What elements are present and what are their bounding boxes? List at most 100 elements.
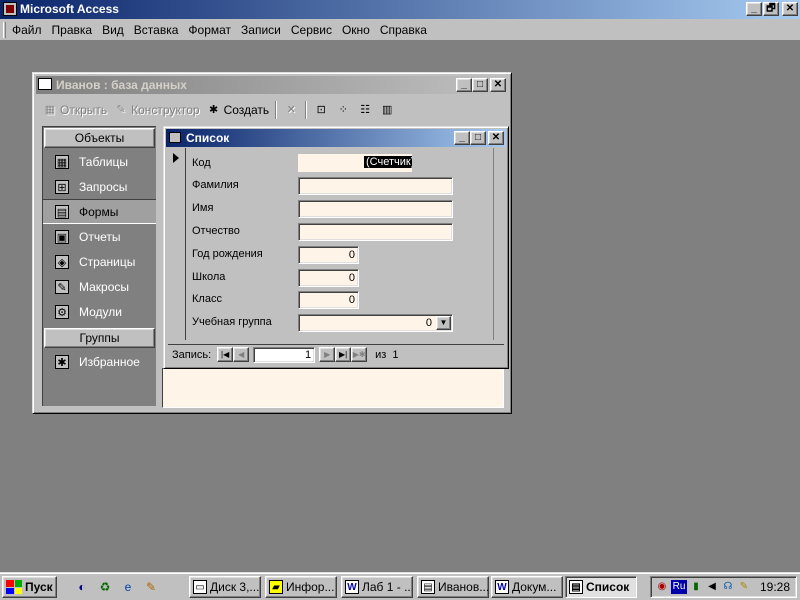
database-object-list[interactable] [162, 368, 504, 408]
menu-help[interactable]: Справка [380, 23, 427, 37]
database-window-icon[interactable] [38, 78, 52, 90]
kod-field[interactable]: (Счетчик) [298, 154, 412, 172]
menu-insert[interactable]: Вставка [134, 23, 179, 37]
klass-field[interactable]: 0 [298, 291, 359, 309]
details-view-button[interactable]: ▥ [376, 100, 398, 120]
form-right-edge [493, 148, 505, 340]
menu-tools[interactable]: Сервис [291, 23, 332, 37]
db-close-button[interactable]: ✕ [490, 78, 506, 92]
form-maximize-button[interactable]: □ [470, 131, 486, 145]
familiya-field[interactable] [298, 177, 453, 195]
menu-grip[interactable] [3, 22, 6, 38]
open-button[interactable]: ▦ Открыть [39, 100, 110, 120]
design-label: Конструктор [131, 103, 200, 117]
task-spisok[interactable]: ▤ Список [565, 576, 637, 598]
page-icon: ◈ [55, 254, 69, 269]
large-icons-button[interactable]: ⊡ [310, 100, 332, 120]
list-view-button[interactable]: ☷ [354, 100, 376, 120]
kod-value: (Счетчик) [364, 156, 412, 168]
group-favorites[interactable]: ✱ Избранное [43, 349, 156, 374]
task-label: Инфор... [286, 580, 335, 594]
restore-button[interactable]: 🗗 [763, 2, 779, 16]
quicklaunch-ie-icon[interactable]: e [120, 579, 136, 595]
form-close-button[interactable]: ✕ [488, 131, 504, 145]
menu-bar: Файл Правка Вид Вставка Формат Записи Се… [0, 19, 800, 41]
menu-window[interactable]: Окно [342, 23, 370, 37]
god-rozhdeniya-field[interactable]: 0 [298, 246, 359, 264]
tray-monitor-icon[interactable]: ▮ [689, 580, 703, 594]
object-macros[interactable]: ✎ Макросы [43, 274, 156, 299]
label-klass: Класс [192, 293, 222, 305]
new-record-button[interactable]: ▶✱ [351, 347, 368, 362]
object-forms[interactable]: ▤ Формы [43, 199, 156, 224]
volume-icon[interactable]: ◀ [705, 580, 719, 594]
shkola-field[interactable]: 0 [298, 269, 359, 287]
tray-network-icon[interactable]: ☊ [721, 580, 735, 594]
task-label: Список [586, 580, 630, 594]
form-window-icon[interactable] [169, 132, 181, 143]
label-uchebnaya-gruppa: Учебная группа [192, 316, 272, 328]
objects-header[interactable]: Объекты [44, 128, 155, 148]
imya-field[interactable] [298, 200, 453, 218]
next-record-button[interactable]: ▶ [319, 347, 336, 362]
task-lab[interactable]: W Лаб 1 - ... [341, 576, 413, 598]
otchestvo-field[interactable] [298, 223, 453, 241]
menu-view[interactable]: Вид [102, 23, 124, 37]
language-indicator[interactable]: Ru [671, 580, 687, 594]
object-queries[interactable]: ⊞ Запросы [43, 174, 156, 199]
tray-antivirus-icon[interactable]: ◉ [655, 580, 669, 594]
clock[interactable]: 19:28 [760, 580, 790, 594]
start-button[interactable]: Пуск [2, 576, 57, 598]
quicklaunch-desktop-icon[interactable]: ✎ [143, 579, 159, 595]
object-tables[interactable]: ▦ Таблицы [43, 149, 156, 174]
windows-logo-icon [6, 580, 22, 594]
object-pages[interactable]: ◈ Страницы [43, 249, 156, 274]
menu-records[interactable]: Записи [241, 23, 281, 37]
menu-format[interactable]: Формат [188, 23, 231, 37]
access-app-icon[interactable] [3, 2, 17, 16]
object-reports[interactable]: ▣ Отчеты [43, 224, 156, 249]
close-button[interactable]: ✕ [782, 2, 798, 16]
object-label: Запросы [79, 179, 128, 194]
form-minimize-button[interactable]: _ [454, 131, 470, 145]
delete-button[interactable]: ✕ [280, 100, 302, 120]
chevron-down-icon[interactable]: ▼ [436, 316, 451, 330]
database-window-titlebar[interactable]: Иванов : база данных _ □ ✕ [36, 76, 508, 94]
form-window-titlebar[interactable]: Список _ □ ✕ [166, 129, 506, 147]
record-selector[interactable] [168, 148, 186, 340]
quicklaunch-windows-update-icon[interactable]: ◐ [74, 579, 90, 595]
record-label: Запись: [172, 348, 212, 361]
first-record-button[interactable]: |◀ [217, 347, 234, 362]
quicklaunch-network-icon[interactable]: ♻ [97, 579, 113, 595]
toolbar-separator [305, 101, 308, 119]
task-document[interactable]: W Докум... [491, 576, 563, 598]
last-record-button[interactable]: ▶| [335, 347, 352, 362]
uchebnaya-gruppa-combo[interactable]: 0 [298, 314, 453, 332]
folder-icon: ▰ [269, 580, 283, 594]
current-record-arrow-icon [173, 153, 179, 163]
minimize-button[interactable]: _ [746, 2, 762, 16]
task-info[interactable]: ▰ Инфор... [265, 576, 337, 598]
create-button[interactable]: ✱ Создать [203, 100, 273, 120]
label-god-rozhdeniya: Год рождения [192, 248, 263, 260]
db-minimize-button[interactable]: _ [456, 78, 472, 92]
object-label: Формы [79, 204, 119, 219]
prev-record-button[interactable]: ◀ [233, 347, 250, 362]
groups-header[interactable]: Группы [44, 328, 155, 348]
create-label: Создать [223, 103, 270, 117]
current-record-field[interactable]: 1 [253, 346, 316, 363]
details-view-icon: ▥ [381, 104, 393, 116]
design-button[interactable]: ✎ Конструктор [110, 100, 202, 120]
tray-scheduler-icon[interactable]: ✎ [737, 580, 751, 594]
record-navigation-bar: Запись: |◀ ◀ 1 ▶ ▶| ▶✱ из 1 [168, 344, 504, 364]
db-maximize-button[interactable]: □ [472, 78, 488, 92]
small-icons-button[interactable]: ⁘ [332, 100, 354, 120]
object-modules[interactable]: ⚙ Модули [43, 299, 156, 324]
delete-icon: ✕ [286, 104, 296, 116]
menu-file[interactable]: Файл [12, 23, 42, 37]
menu-edit[interactable]: Правка [52, 23, 93, 37]
task-disk[interactable]: ▭ Диск 3,... [189, 576, 261, 598]
task-ivanov[interactable]: ▤ Иванов... [417, 576, 489, 598]
database-window-title: Иванов : база данных [56, 78, 187, 92]
record-total: 1 [392, 348, 399, 361]
